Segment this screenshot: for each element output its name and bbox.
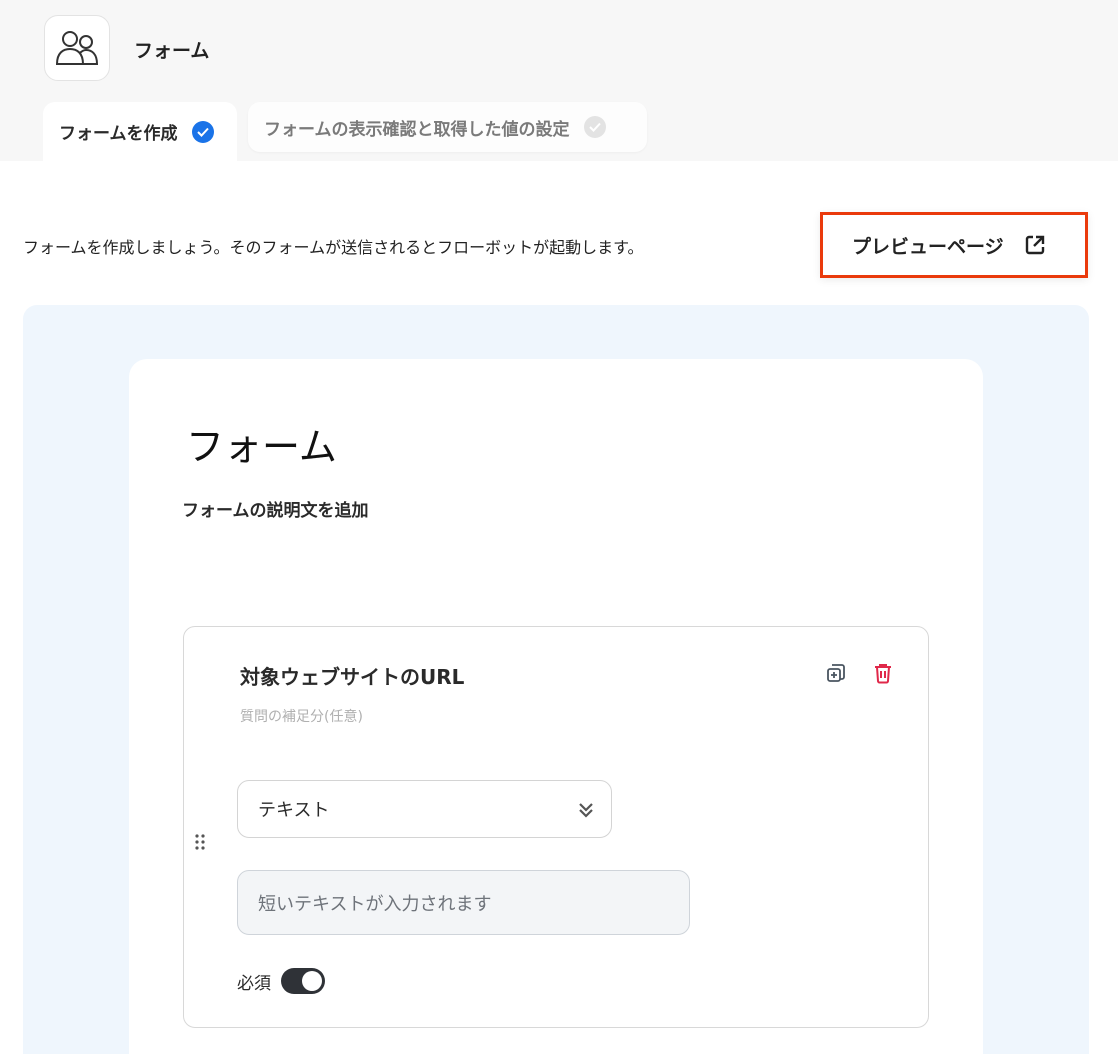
form-title[interactable]: フォーム: [186, 416, 337, 471]
form-description[interactable]: フォームの説明文を追加: [182, 496, 369, 521]
required-label: 必須: [237, 974, 271, 994]
app-icon: [44, 15, 110, 81]
users-icon: [55, 31, 99, 65]
trash-icon[interactable]: [869, 659, 897, 687]
check-circle-icon: [191, 120, 214, 143]
required-toggle[interactable]: [281, 968, 325, 994]
external-link-icon: [1024, 234, 1046, 256]
question-title[interactable]: 対象ウェブサイトのURL: [240, 661, 464, 690]
answer-preview-field: 短いテキストが入力されます: [237, 870, 690, 935]
preview-page-label: プレビューページ: [852, 235, 1004, 258]
tab-form-preview-settings[interactable]: フォームの表示確認と取得した値の設定: [248, 102, 647, 152]
check-circle-icon: [583, 116, 606, 138]
answer-placeholder: 短いテキストが入力されます: [258, 893, 492, 915]
chevron-down-icon: [577, 801, 595, 824]
tab-label: フォームを作成: [59, 124, 178, 144]
drag-handle-icon[interactable]: [194, 833, 206, 851]
duplicate-icon[interactable]: [822, 659, 850, 687]
toggle-knob: [302, 971, 322, 991]
question-type-select[interactable]: テキスト: [237, 780, 612, 838]
tab-label: フォームの表示確認と取得した値の設定: [264, 119, 570, 140]
intro-text: フォームを作成しましょう。そのフォームが送信されるとフローボットが起動します。: [23, 238, 644, 257]
question-note[interactable]: 質問の補足分(任意): [240, 706, 363, 726]
tab-create-form[interactable]: フォームを作成: [43, 102, 237, 161]
question-type-value: テキスト: [258, 800, 330, 821]
app-title: フォーム: [134, 40, 210, 62]
preview-page-button[interactable]: プレビューページ: [820, 212, 1088, 278]
